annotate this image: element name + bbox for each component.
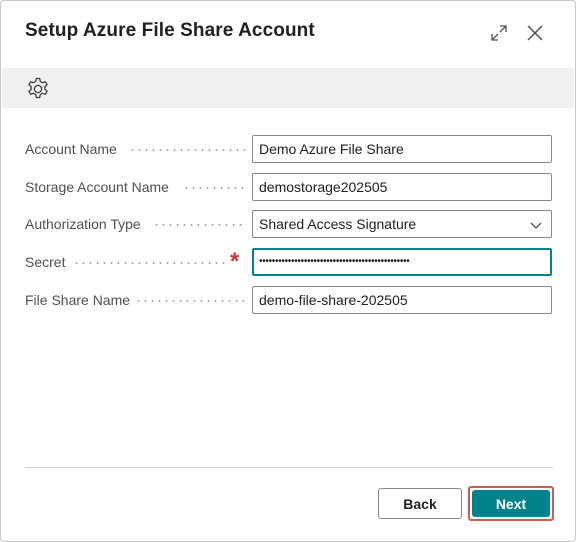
dialog-title: Setup Azure File Share Account <box>25 20 315 41</box>
gear-icon <box>28 77 48 99</box>
account-name-input[interactable]: Demo Azure File Share <box>252 135 552 163</box>
settings-button[interactable] <box>25 76 51 102</box>
field-leader-dots <box>183 187 247 189</box>
required-indicator: * <box>230 248 240 275</box>
close-button[interactable] <box>521 19 549 47</box>
field-label: Storage Account Name <box>25 179 169 195</box>
file-share-name-input[interactable]: demo-file-share-202505 <box>252 286 552 314</box>
field-label: Secret <box>25 254 66 270</box>
authorization-type-select[interactable]: Shared Access Signature <box>252 210 552 238</box>
field-leader-dots <box>129 149 247 151</box>
field-label: File Share Name <box>25 292 131 308</box>
footer-divider <box>25 467 553 468</box>
setup-dialog: Setup Azure File Share Account Account N… <box>0 0 576 542</box>
field-file-share-name: File Share Name demo-file-share-202505 <box>1 286 575 316</box>
field-label: Authorization Type <box>25 216 141 232</box>
expand-button[interactable] <box>485 19 513 47</box>
field-leader-dots <box>73 262 225 264</box>
chevron-down-icon <box>530 222 542 229</box>
storage-account-name-input[interactable]: demostorage202505 <box>252 173 552 201</box>
next-button[interactable]: Next <box>472 490 550 517</box>
field-account-name: Account Name Demo Azure File Share <box>1 135 575 165</box>
authorization-type-value: Shared Access Signature <box>259 216 417 232</box>
close-icon <box>527 25 543 41</box>
field-leader-dots <box>153 224 247 226</box>
back-button[interactable]: Back <box>378 488 462 519</box>
field-leader-dots <box>135 300 247 302</box>
field-authorization-type: Authorization Type Shared Access Signatu… <box>1 210 575 240</box>
action-bar <box>2 68 574 108</box>
field-secret: Secret * •••••••••••••••••••••••••••••••… <box>1 248 575 278</box>
secret-input[interactable]: ••••••••••••••••••••••••••••••••••••••••… <box>252 248 552 276</box>
field-storage-account-name: Storage Account Name demostorage202505 <box>1 173 575 203</box>
expand-icon <box>491 25 507 41</box>
field-label: Account Name <box>25 141 117 157</box>
